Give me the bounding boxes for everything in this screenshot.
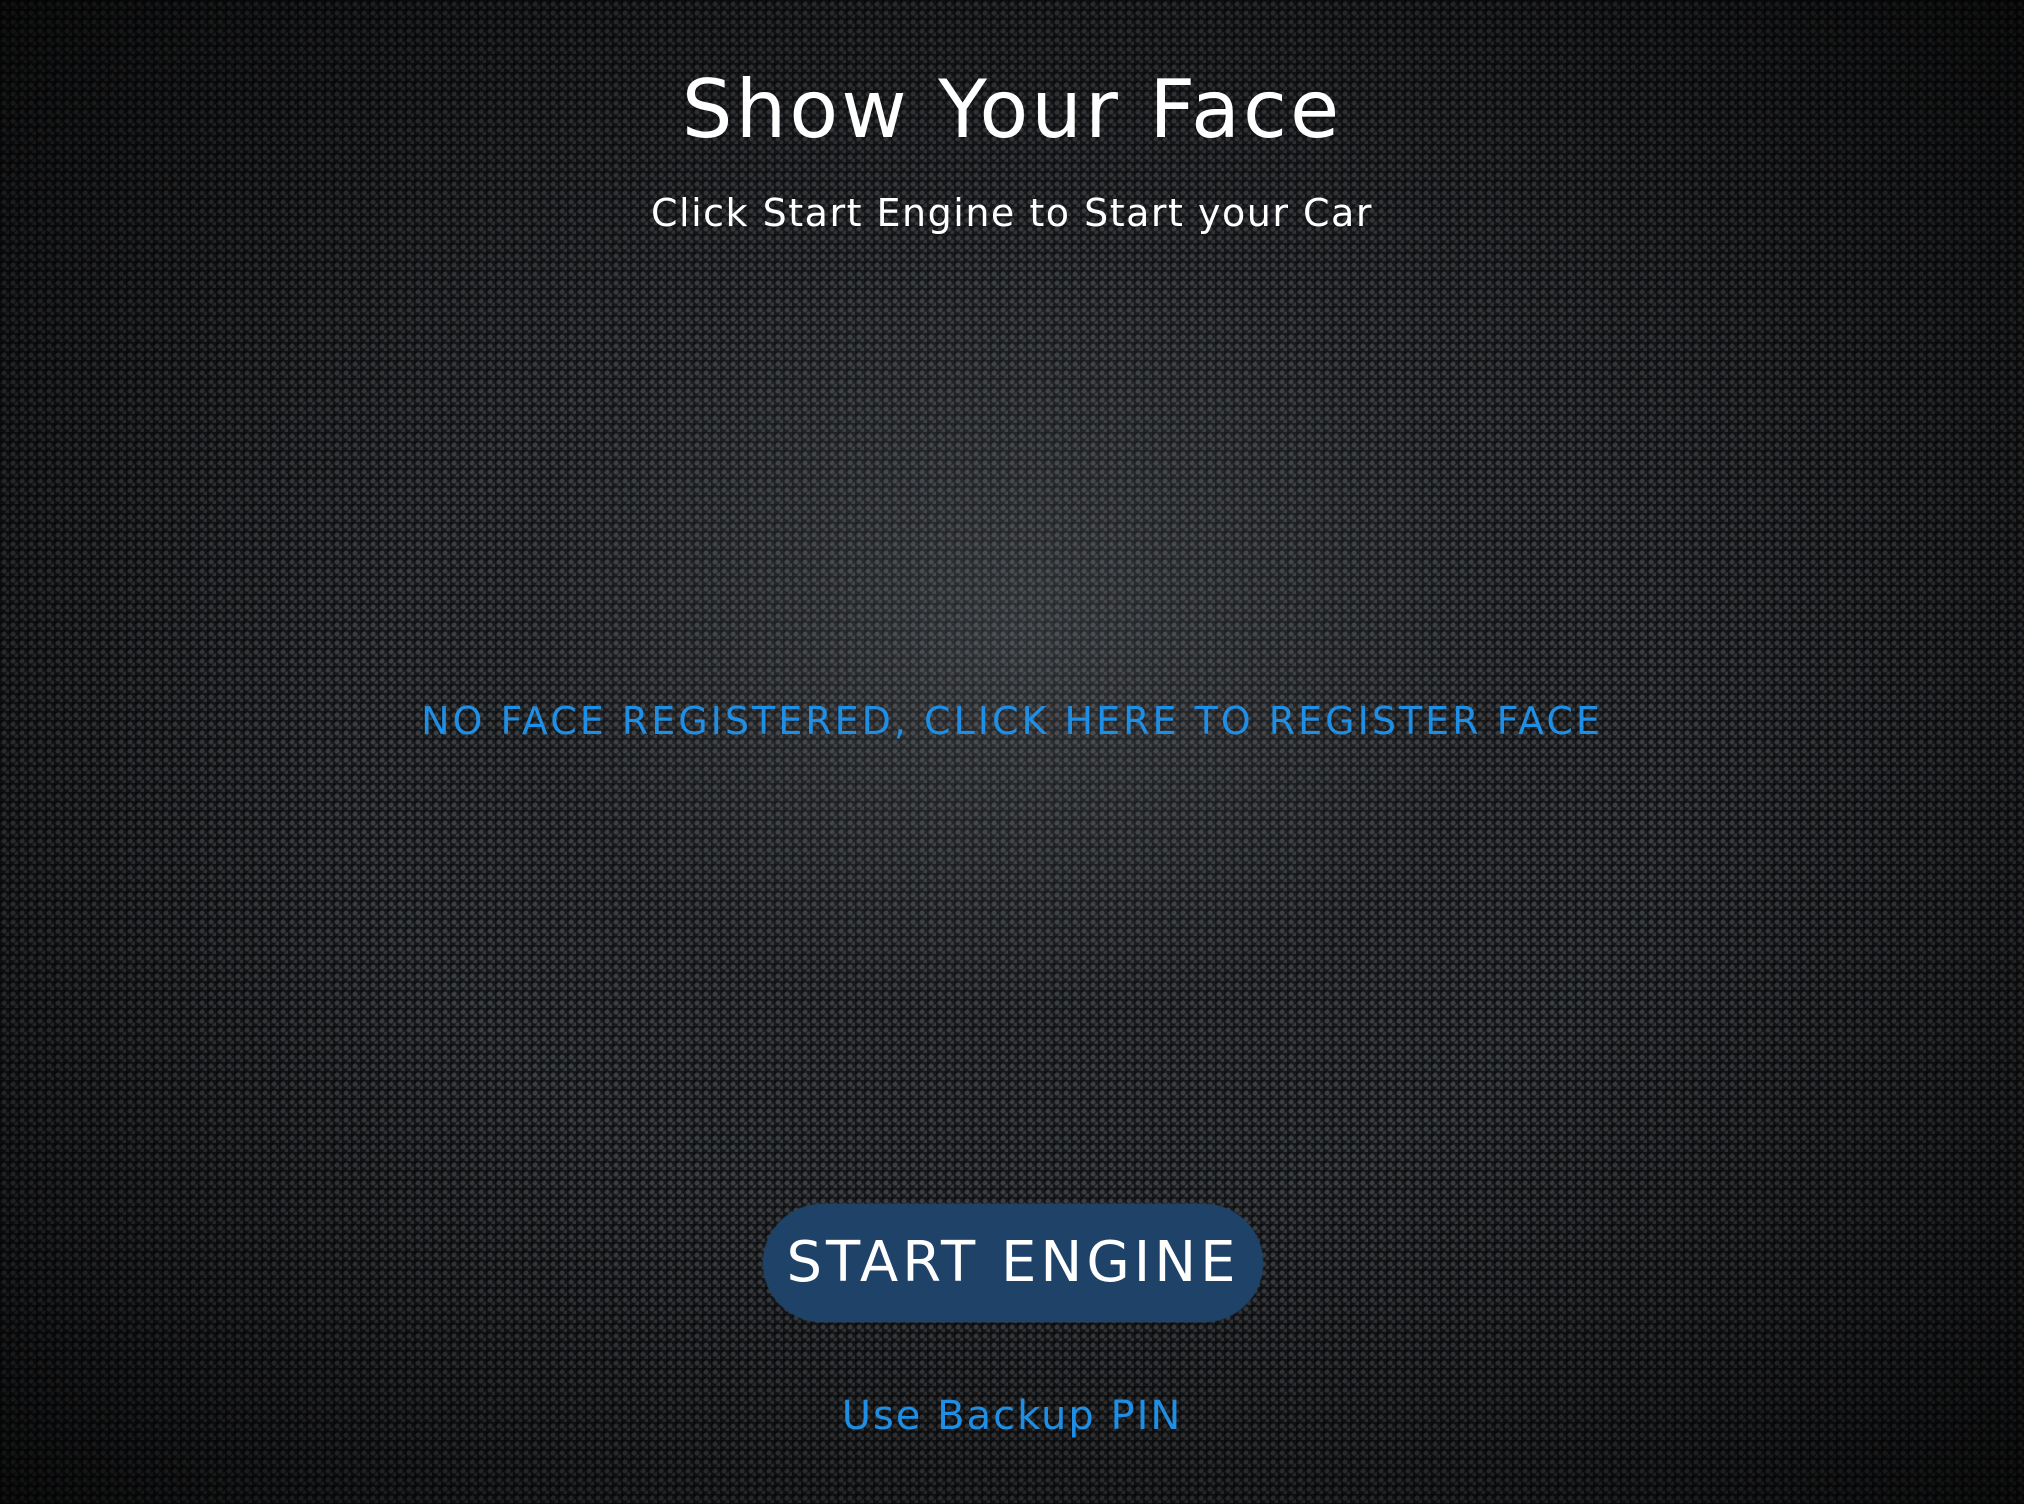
backup-pin-link[interactable]: Use Backup PIN (0, 1391, 2024, 1441)
page-subtitle: Click Start Engine to Start your Car (651, 191, 1373, 235)
face-unlock-screen: Show Your Face Click Start Engine to Sta… (0, 0, 2024, 1504)
register-face-link[interactable]: NO FACE REGISTERED, CLICK HERE TO REGIST… (0, 696, 2024, 746)
page-title: Show Your Face (681, 63, 1343, 156)
start-engine-button[interactable]: START ENGINE (763, 1204, 1263, 1322)
